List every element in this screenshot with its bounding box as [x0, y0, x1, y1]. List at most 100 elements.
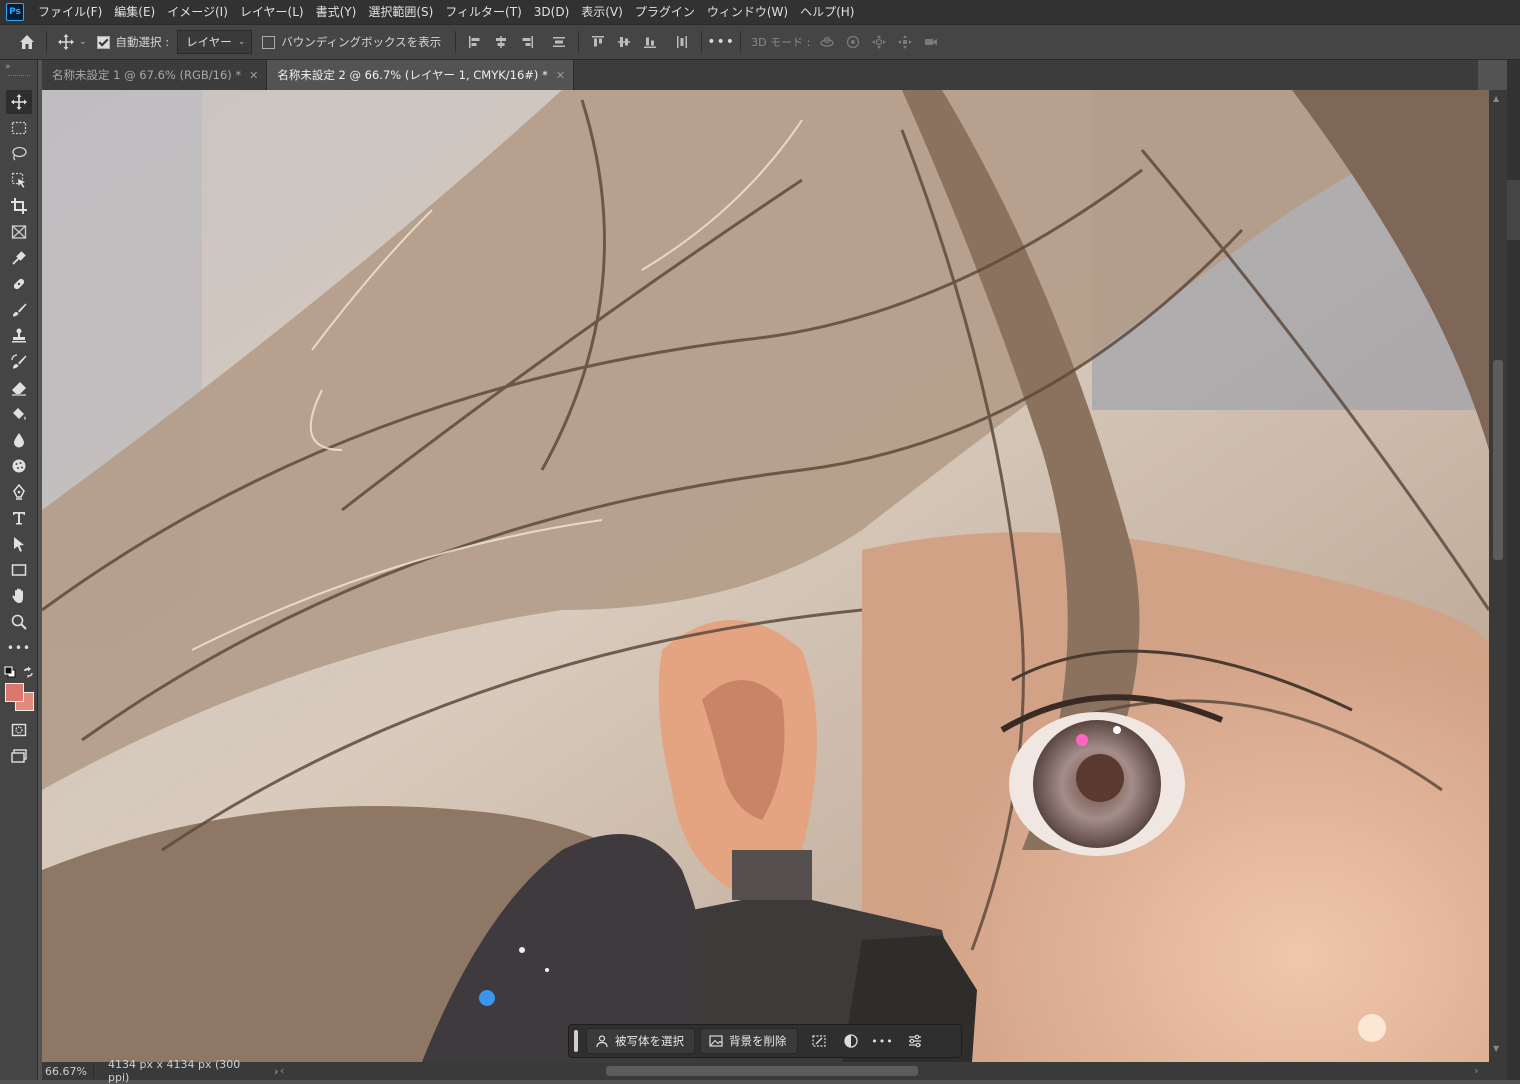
artwork-image [42, 90, 1489, 1062]
panel-grip[interactable] [8, 75, 30, 78]
clone-stamp-icon[interactable] [6, 324, 32, 348]
bounding-box-label: バウンディングボックスを表示 [281, 35, 442, 49]
path-selection-icon[interactable] [6, 532, 32, 556]
align-middle-vertical-icon[interactable] [611, 29, 637, 55]
tab-document-2[interactable]: 名称未設定 2 @ 66.7% (レイヤー 1, CMYK/16#) * ✕ [267, 60, 575, 90]
3d-roll-icon[interactable] [840, 29, 866, 55]
foreground-color-swatch[interactable] [5, 683, 24, 702]
hand-tool-icon[interactable] [6, 584, 32, 608]
scroll-down-icon[interactable]: ▼ [1493, 1044, 1499, 1053]
separator [455, 31, 457, 53]
lasso-icon[interactable] [6, 142, 32, 166]
vertical-scrollbar[interactable]: ▲ ▼ [1489, 90, 1507, 1062]
zoom-level[interactable]: 66.67% [42, 1064, 94, 1078]
3d-orbit-icon[interactable] [814, 29, 840, 55]
screen-mode-icon[interactable] [6, 744, 32, 768]
edit-toolbar-icon[interactable]: ••• [6, 636, 32, 660]
history-brush-icon[interactable] [6, 350, 32, 374]
eyedropper-icon[interactable] [6, 246, 32, 270]
select-subject-button[interactable]: 被写体を選択 [586, 1028, 695, 1054]
pen-icon[interactable] [6, 480, 32, 504]
quick-mask-icon[interactable] [6, 718, 32, 742]
menu-plugins[interactable]: プラグイン [629, 0, 701, 24]
horizontal-scrollbar-thumb[interactable] [606, 1066, 918, 1076]
type-tool-icon[interactable] [6, 506, 32, 530]
zoom-tool-icon[interactable] [6, 610, 32, 634]
home-icon[interactable] [14, 29, 40, 55]
frame-icon[interactable] [6, 220, 32, 244]
menu-bar: Ps ファイル(F) 編集(E) イメージ(I) レイヤー(L) 書式(Y) 選… [0, 0, 1520, 24]
vertical-scrollbar-thumb[interactable] [1493, 360, 1503, 560]
menu-filter[interactable]: フィルター(T) [439, 0, 527, 24]
chevron-right-icon[interactable]: › [274, 1065, 278, 1078]
default-colors-icon[interactable] [4, 666, 16, 681]
object-selection-icon[interactable] [6, 168, 32, 192]
collapsed-panel-icons[interactable] [1507, 180, 1520, 240]
menu-type[interactable]: 書式(Y) [310, 0, 363, 24]
horizontal-scrollbar[interactable]: ‹ › [280, 1064, 1486, 1078]
align-bottom-icon[interactable] [637, 29, 663, 55]
blur-icon[interactable] [6, 428, 32, 452]
chevron-down-icon[interactable]: ⌄ [79, 37, 87, 47]
select-subject-label: 被写体を選択 [615, 1034, 684, 1048]
rectangular-marquee-icon[interactable] [6, 116, 32, 140]
photoshop-logo-icon: Ps [6, 3, 24, 21]
transform-selection-icon[interactable] [803, 1029, 835, 1053]
3d-pan-icon[interactable] [866, 29, 892, 55]
auto-select-target-dropdown[interactable]: レイヤー ⌄ [177, 30, 253, 54]
crop-icon[interactable] [6, 194, 32, 218]
move-tool-preset-icon[interactable] [53, 29, 79, 55]
scroll-left-icon[interactable]: ‹ [280, 1064, 284, 1077]
3d-slide-icon[interactable] [892, 29, 918, 55]
adjustment-layer-icon[interactable] [835, 1029, 867, 1053]
menu-edit[interactable]: 編集(E) [108, 0, 161, 24]
settings-sliders-icon[interactable] [899, 1029, 931, 1053]
menu-help[interactable]: ヘルプ(H) [794, 0, 860, 24]
menu-layer[interactable]: レイヤー(L) [234, 0, 310, 24]
remove-background-button[interactable]: 背景を削除 [700, 1028, 798, 1054]
contextual-task-bar: 被写体を選択 背景を削除 ••• [568, 1024, 962, 1058]
menu-select[interactable]: 選択範囲(S) [362, 0, 439, 24]
collapse-panel-icon[interactable]: » [5, 62, 11, 72]
menu-window[interactable]: ウィンドウ(W) [701, 0, 794, 24]
align-center-horizontal-icon[interactable] [488, 29, 514, 55]
more-options-icon[interactable]: ••• [867, 1029, 899, 1053]
swap-colors-icon[interactable] [22, 666, 34, 681]
move-tool-icon[interactable] [6, 90, 32, 114]
separator [46, 31, 47, 53]
menu-image[interactable]: イメージ(I) [161, 0, 234, 24]
auto-select-target-value: レイヤー [186, 35, 232, 49]
scroll-up-icon[interactable]: ▲ [1493, 94, 1499, 103]
menu-file[interactable]: ファイル(F) [32, 0, 108, 24]
more-options-icon[interactable]: ••• [707, 29, 734, 55]
align-right-icon[interactable] [514, 29, 540, 55]
close-icon[interactable]: ✕ [556, 69, 565, 82]
document-info: 4134 px x 4134 px (300 ppi) [108, 1058, 241, 1084]
document-canvas[interactable] [42, 90, 1489, 1062]
sponge-icon[interactable] [6, 454, 32, 478]
align-left-icon[interactable] [462, 29, 488, 55]
3d-camera-icon[interactable] [918, 29, 944, 55]
healing-brush-icon[interactable] [6, 272, 32, 296]
menu-view[interactable]: 表示(V) [575, 0, 629, 24]
separator [578, 31, 580, 53]
distribute-vertical-icon[interactable] [546, 29, 572, 55]
close-icon[interactable]: ✕ [249, 69, 258, 82]
eraser-icon[interactable] [6, 376, 32, 400]
distribute-horizontal-icon[interactable] [669, 29, 695, 55]
3d-mode-label: 3D モード : [751, 36, 811, 49]
separator [701, 31, 703, 53]
auto-select-checkbox[interactable] [96, 35, 110, 49]
rectangle-tool-icon[interactable] [6, 558, 32, 582]
align-top-icon[interactable] [585, 29, 611, 55]
menu-3d[interactable]: 3D(D) [528, 0, 575, 24]
image-icon [709, 1035, 723, 1047]
bounding-box-checkbox[interactable] [262, 35, 276, 49]
chevron-down-icon: ⌄ [237, 37, 246, 47]
paint-bucket-icon[interactable] [6, 402, 32, 426]
tab-label: 名称未設定 1 @ 67.6% (RGB/16) * [52, 68, 242, 82]
scroll-right-icon[interactable]: › [1474, 1064, 1478, 1077]
tab-document-1[interactable]: 名称未設定 1 @ 67.6% (RGB/16) * ✕ [42, 60, 268, 90]
brush-icon[interactable] [6, 298, 32, 322]
drag-handle[interactable] [574, 1030, 578, 1052]
